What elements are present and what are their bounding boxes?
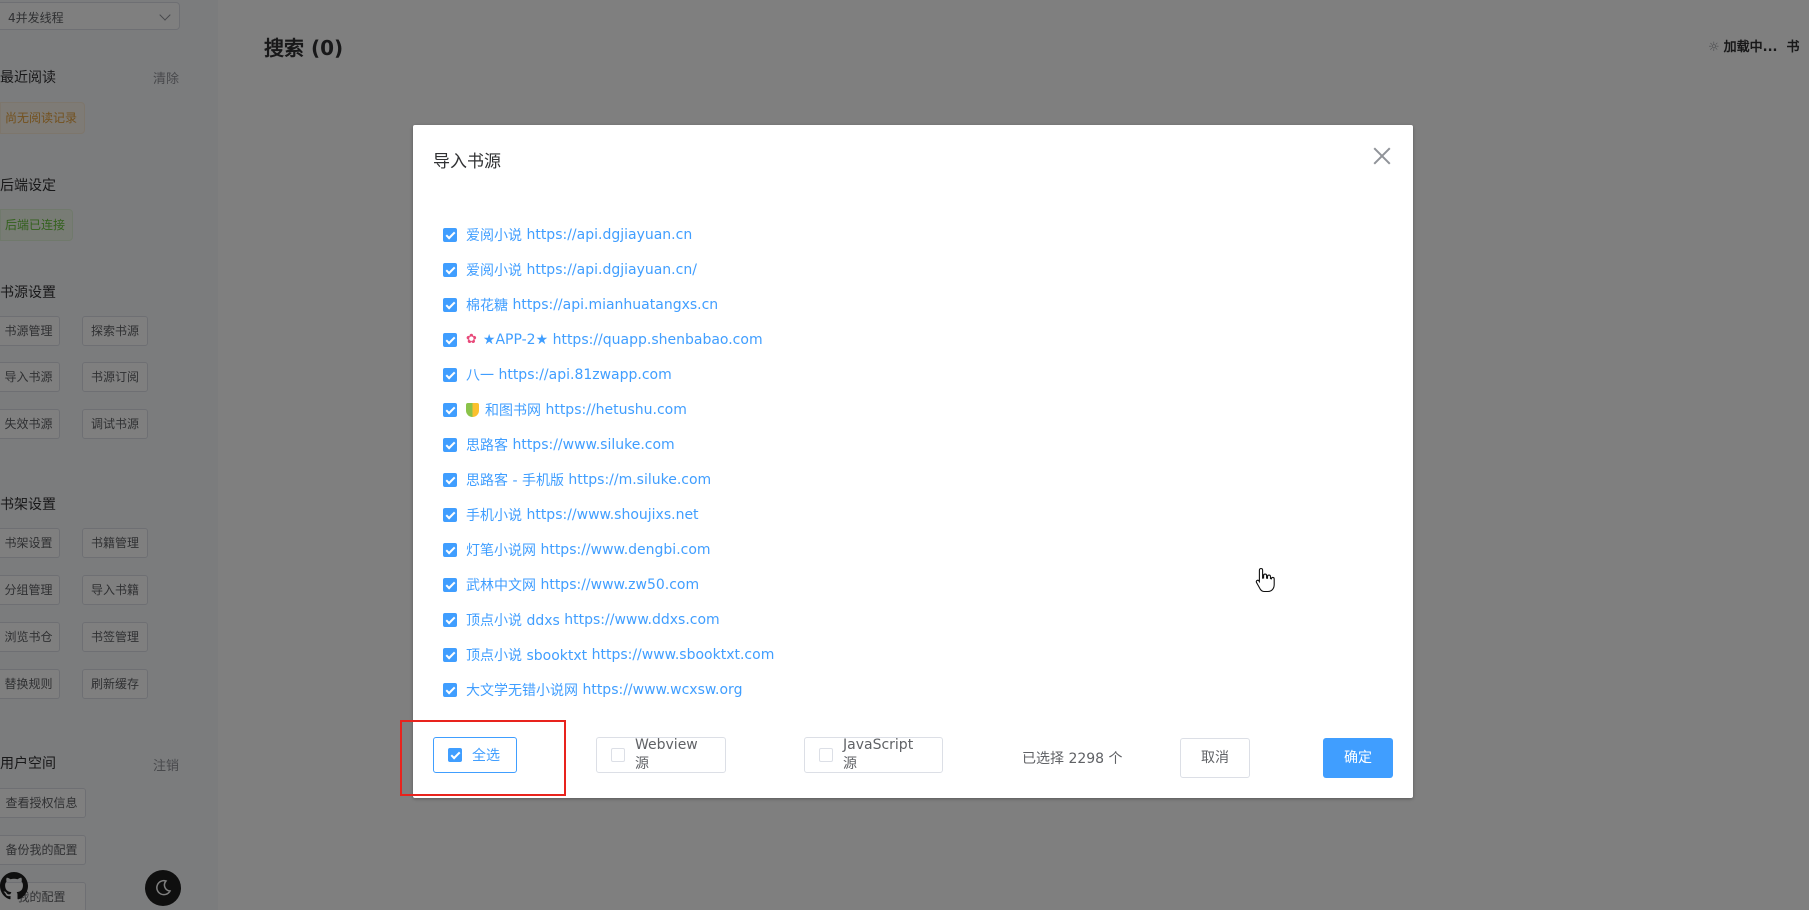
source-item[interactable]: 大文学无错小说网 https://www.wcxsw.org <box>443 672 1383 707</box>
source-url: https://www.siluke.com <box>512 436 675 453</box>
source-name: ★APP-2★ <box>482 331 549 348</box>
source-item[interactable]: 思路客 https://www.siluke.com <box>443 427 1383 462</box>
source-url: https://quapp.shenbabao.com <box>552 331 763 348</box>
source-url: https://www.shoujixs.net <box>526 506 699 523</box>
webview-label: Webview 源 <box>635 737 698 772</box>
source-name: 爱阅小说 <box>466 227 522 244</box>
source-item[interactable]: 武林中文网 https://www.zw50.com <box>443 567 1383 602</box>
source-item[interactable]: 爱阅小说 https://api.dgjiayuan.cn <box>443 217 1383 252</box>
javascript-label: JavaScript 源 <box>843 737 914 772</box>
source-name: 思路客 <box>466 437 508 454</box>
hand-cursor-icon <box>1255 567 1275 593</box>
highlight-annotation <box>400 720 566 796</box>
source-checkbox-icon[interactable] <box>443 402 457 417</box>
source-name: 大文学无错小说网 <box>466 682 578 699</box>
source-item[interactable]: 顶点小说 ddxs https://www.ddxs.com <box>443 602 1383 637</box>
source-item[interactable]: 棉花糖 https://api.mianhuatangxs.cn <box>443 287 1383 322</box>
source-url: https://www.dengbi.com <box>540 541 711 558</box>
source-name: 棉花糖 <box>466 297 508 314</box>
shield-icon <box>466 402 479 417</box>
source-url: https://www.zw50.com <box>540 576 700 593</box>
source-url: https://m.siluke.com <box>568 471 712 488</box>
source-item[interactable]: 爱阅小说 https://api.dgjiayuan.cn/ <box>443 252 1383 287</box>
javascript-check-icon <box>819 748 833 762</box>
source-name: 和图书网 <box>485 402 541 419</box>
source-checkbox-icon[interactable] <box>443 262 457 277</box>
source-checkbox-icon[interactable] <box>443 332 457 347</box>
confirm-button[interactable]: 确定 <box>1323 738 1393 778</box>
source-list: 爱阅小说 https://api.dgjiayuan.cn 爱阅小说 https:… <box>443 217 1383 707</box>
cancel-button[interactable]: 取消 <box>1180 738 1250 778</box>
source-item[interactable]: 和图书网 https://hetushu.com <box>443 392 1383 427</box>
source-item[interactable]: 手机小说 https://www.shoujixs.net <box>443 497 1383 532</box>
source-item[interactable]: 思路客 - 手机版 https://m.siluke.com <box>443 462 1383 497</box>
source-checkbox-icon[interactable] <box>443 542 457 557</box>
source-url: https://www.wcxsw.org <box>582 681 743 698</box>
source-checkbox-icon[interactable] <box>443 682 457 697</box>
source-name: 顶点小说 ddxs <box>466 612 560 629</box>
source-name: 八一 <box>466 367 494 384</box>
source-checkbox-icon[interactable] <box>443 297 457 312</box>
source-url: https://api.dgjiayuan.cn/ <box>526 261 697 278</box>
javascript-source-checkbox[interactable]: JavaScript 源 <box>804 737 943 773</box>
source-url: https://www.sbooktxt.com <box>591 646 775 663</box>
close-icon[interactable] <box>1373 147 1391 165</box>
source-checkbox-icon[interactable] <box>443 227 457 242</box>
source-url: https://api.dgjiayuan.cn <box>526 226 693 243</box>
source-name: 顶点小说 sbooktxt <box>466 647 588 664</box>
dialog-title: 导入书源 <box>433 152 501 172</box>
source-checkbox-icon[interactable] <box>443 612 457 627</box>
source-name: 爱阅小说 <box>466 262 522 279</box>
source-checkbox-icon[interactable] <box>443 647 457 662</box>
source-url: https://hetushu.com <box>545 401 687 418</box>
source-checkbox-icon[interactable] <box>443 367 457 382</box>
source-name: 武林中文网 <box>466 577 536 594</box>
source-name: 手机小说 <box>466 507 522 524</box>
source-name: 灯笔小说网 <box>466 542 536 559</box>
source-checkbox-icon[interactable] <box>443 437 457 452</box>
source-checkbox-icon[interactable] <box>443 472 457 487</box>
source-item[interactable]: ✿ ★APP-2★ https://quapp.shenbabao.com <box>443 322 1383 357</box>
source-url: https://api.81zwapp.com <box>498 366 672 383</box>
source-item[interactable]: 灯笔小说网 https://www.dengbi.com <box>443 532 1383 567</box>
webview-check-icon <box>611 748 625 762</box>
import-source-dialog: 导入书源 爱阅小说 https://api.dgjiayuan.cn 爱阅小说 h… <box>413 125 1413 798</box>
source-url: https://api.mianhuatangxs.cn <box>512 296 719 313</box>
selected-count: 已选择 2298 个 <box>1022 751 1123 767</box>
source-name: 思路客 - 手机版 <box>466 472 564 489</box>
source-item[interactable]: 八一 https://api.81zwapp.com <box>443 357 1383 392</box>
flower-icon: ✿ <box>466 332 477 347</box>
source-checkbox-icon[interactable] <box>443 507 457 522</box>
source-url: https://www.ddxs.com <box>564 611 720 628</box>
source-checkbox-icon[interactable] <box>443 577 457 592</box>
webview-source-checkbox[interactable]: Webview 源 <box>596 737 726 773</box>
source-item[interactable]: 顶点小说 sbooktxt https://www.sbooktxt.com <box>443 637 1383 672</box>
